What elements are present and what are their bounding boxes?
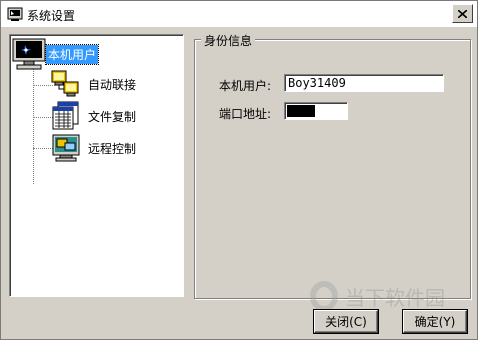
tree-item-label: 文件复制 [88,109,137,124]
port-address-label: 端口地址: [219,107,272,121]
local-user-input[interactable]: Boy31409 [284,74,444,92]
monitor-icon [12,38,46,70]
close-icon [458,9,467,18]
remote-control-icon [52,134,80,162]
window-title: 系统设置 [27,9,76,23]
app-icon [7,7,23,21]
port-address-input[interactable] [284,102,348,120]
watermark-logo-icon [310,281,338,311]
tree-item-label: 远程控制 [88,141,137,156]
ok-button-label: 确定(Y) [414,315,456,329]
tree-item-file-copy[interactable]: 文件复制 [50,101,138,131]
tree-connector [33,69,34,184]
tree-item-label: 本机用户 [44,43,100,65]
title-bar: 系统设置 [1,1,477,27]
groupbox-title: 身份信息 [201,32,256,49]
settings-tree[interactable]: 本机用户 自动联接 文件复制 远程控制 [9,34,184,297]
close-button-label: 关闭(C) [325,315,367,329]
ok-button[interactable]: 确定(Y) [403,310,467,333]
tree-item-auto-connect[interactable]: 自动联接 [50,69,138,99]
watermark: 当下软件园 [307,279,445,313]
settings-window: 系统设置 本机用户 自动联接 文件复制 远程控制 身份信息 本机用户: Boy3… [0,0,478,340]
tree-item-local-user[interactable]: 本机用户 [12,38,100,70]
tree-item-label: 自动联接 [88,77,137,92]
close-button[interactable]: 关闭(C) [314,310,378,333]
file-copy-icon [52,101,79,130]
local-user-label: 本机用户: [219,79,272,93]
window-close-button[interactable] [452,4,473,23]
network-computers-icon [51,70,79,97]
watermark-text: 当下软件园 [345,285,445,310]
port-address-value [287,105,315,117]
tree-item-remote-control[interactable]: 远程控制 [50,133,138,163]
